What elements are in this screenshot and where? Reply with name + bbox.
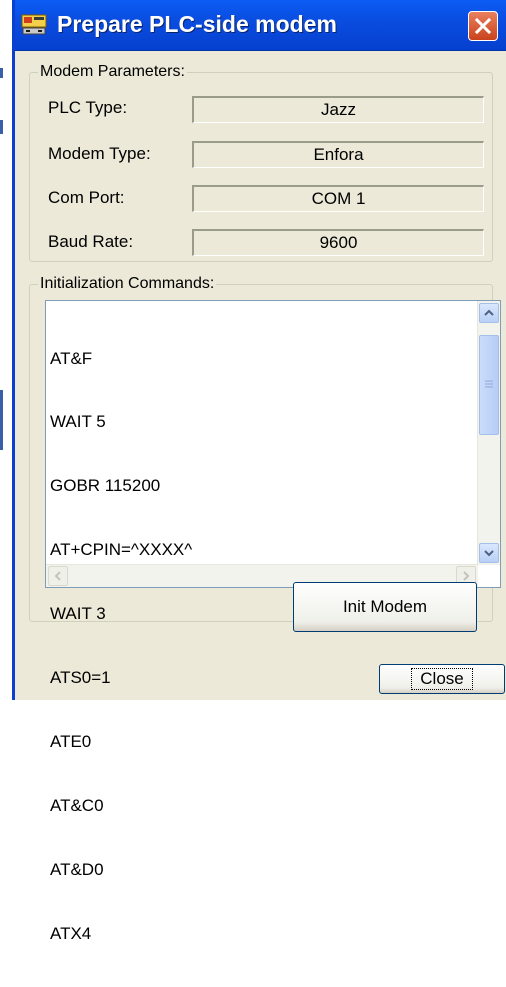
command-line: ATX4 <box>50 923 92 943</box>
vertical-scroll-thumb[interactable] <box>479 335 499 435</box>
commands-listbox[interactable]: AT&F WAIT 5 GOBR 115200 AT+CPIN=^XXXX^ W… <box>45 300 501 943</box>
chevron-up-icon <box>484 309 494 316</box>
vertical-scrollbar[interactable] <box>477 301 500 565</box>
scroll-down-button[interactable] <box>479 543 499 563</box>
background-mark <box>0 120 3 134</box>
command-line: ATS0=1 <box>50 668 111 688</box>
scroll-up-button[interactable] <box>479 303 499 323</box>
command-line: AT&D0 <box>50 859 104 879</box>
scroll-left-button[interactable] <box>48 566 68 586</box>
modem-type-label: Modem Type: <box>48 144 151 163</box>
command-line: AT&C0 <box>50 795 104 815</box>
close-x-button[interactable] <box>468 11 498 41</box>
command-line: WAIT 3 <box>50 604 106 624</box>
command-line: ATE0 <box>50 731 92 751</box>
grip-icon <box>485 380 493 388</box>
command-line: GOBR 115200 <box>50 476 161 496</box>
close-button[interactable]: Close <box>379 664 505 694</box>
command-line: AT+CPIN=^XXXX^ <box>50 540 193 560</box>
background-mark <box>0 68 3 78</box>
baud-rate-value: 9600 <box>192 229 484 256</box>
commands-list: AT&F WAIT 5 GOBR 115200 AT+CPIN=^XXXX^ W… <box>50 305 192 987</box>
plc-type-label: PLC Type: <box>48 98 128 117</box>
command-line: AT&F <box>50 348 93 368</box>
prepare-modem-dialog: Prepare PLC-side modem Modem Parameters:… <box>12 0 506 943</box>
initialization-commands-legend: Initialization Commands: <box>38 275 217 293</box>
com-port-value: COM 1 <box>192 185 484 212</box>
close-button-label: Close <box>411 668 473 690</box>
modem-icon <box>21 14 47 36</box>
command-line: WAIT 5 <box>50 412 106 432</box>
init-modem-button[interactable]: Init Modem <box>293 582 477 632</box>
dialog-title: Prepare PLC-side modem <box>57 11 337 37</box>
chevron-down-icon <box>484 550 494 557</box>
chevron-left-icon <box>54 571 61 581</box>
background-mark <box>0 390 3 450</box>
modem-type-value: Enfora <box>192 141 484 168</box>
close-icon <box>474 17 492 35</box>
title-bar[interactable]: Prepare PLC-side modem <box>15 0 506 51</box>
baud-rate-label: Baud Rate: <box>48 232 134 251</box>
plc-type-value: Jazz <box>192 96 484 123</box>
modem-parameters-legend: Modem Parameters: <box>38 63 187 81</box>
modem-parameters-group: Modem Parameters: PLC Type: Jazz Modem T… <box>29 63 493 262</box>
com-port-label: Com Port: <box>48 188 125 207</box>
